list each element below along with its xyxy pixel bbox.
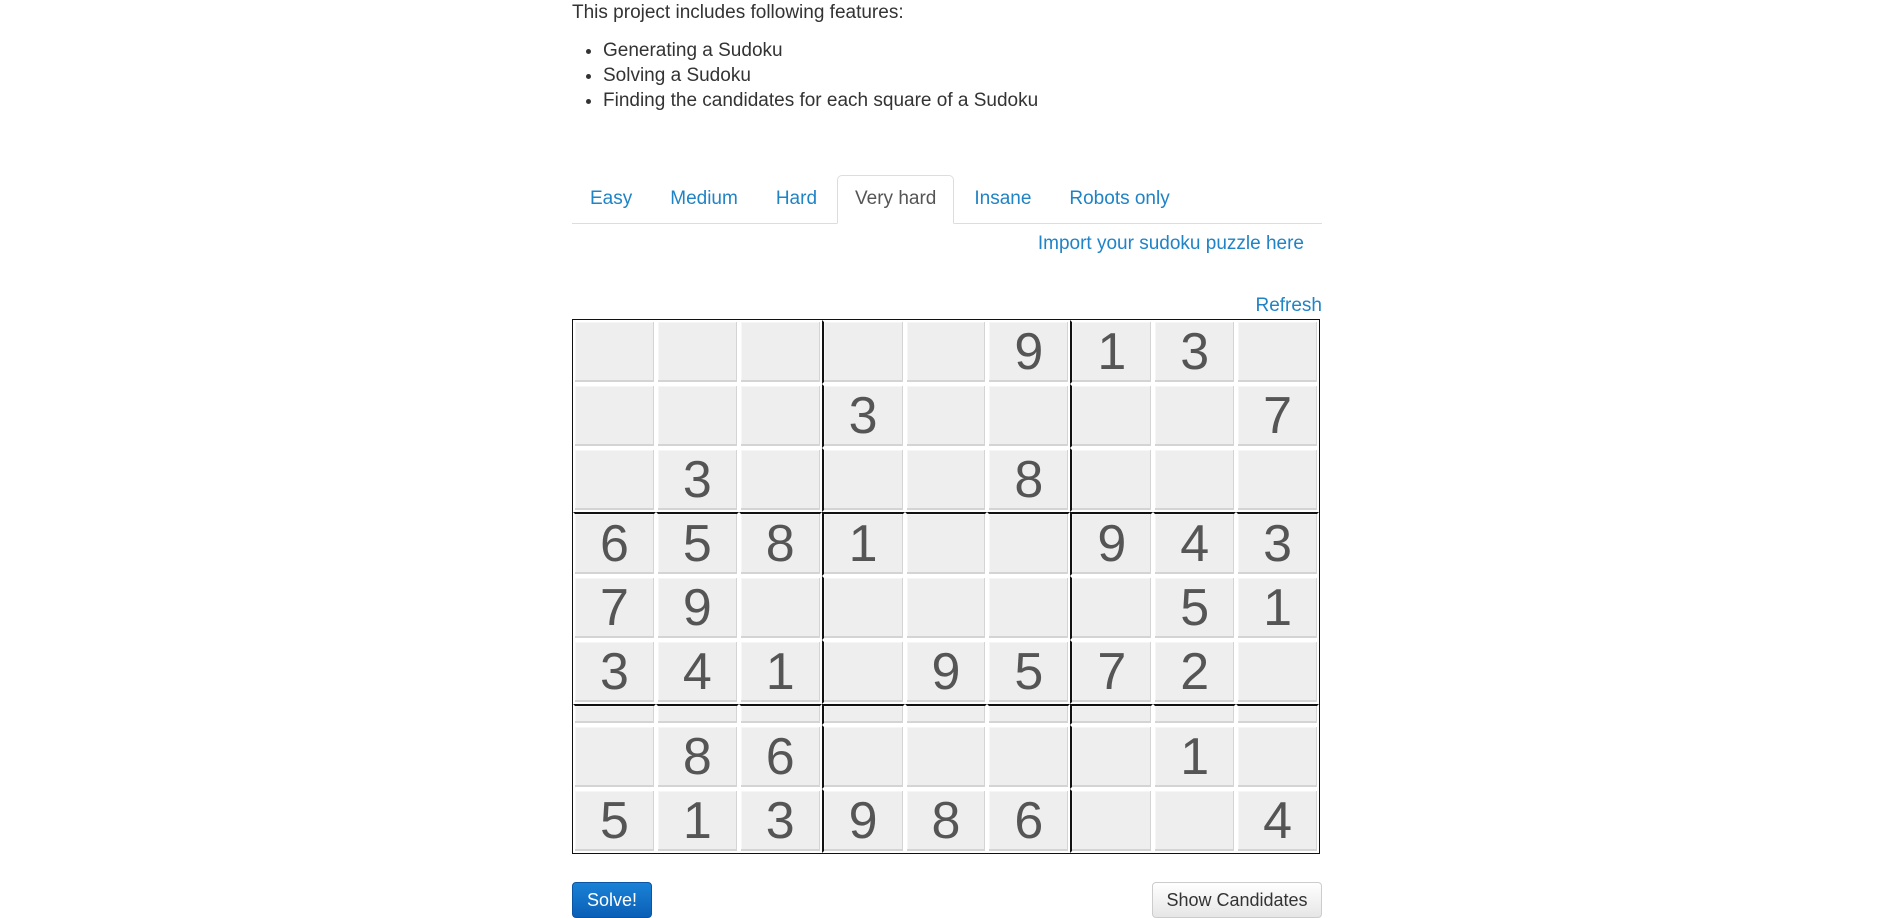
sudoku-cell[interactable] xyxy=(573,448,656,512)
sudoku-cell[interactable] xyxy=(904,576,988,640)
tab-hard[interactable]: Hard xyxy=(758,175,835,223)
sudoku-cell[interactable] xyxy=(1070,704,1154,725)
sudoku-cell[interactable] xyxy=(904,320,988,384)
sudoku-cell[interactable]: 7 xyxy=(1236,384,1319,448)
sudoku-cell[interactable]: 8 xyxy=(738,512,822,576)
sudoku-cell[interactable] xyxy=(1236,320,1319,384)
sudoku-cell[interactable] xyxy=(1153,448,1237,512)
tab-insane[interactable]: Insane xyxy=(956,175,1049,223)
sudoku-cell[interactable] xyxy=(987,704,1071,725)
sudoku-cell[interactable] xyxy=(1153,384,1237,448)
sudoku-cell[interactable] xyxy=(573,384,656,448)
sudoku-cell[interactable] xyxy=(738,448,822,512)
sudoku-cell[interactable]: 6 xyxy=(573,512,656,576)
sudoku-cell[interactable] xyxy=(904,384,988,448)
sudoku-cell[interactable]: 9 xyxy=(821,789,905,853)
sudoku-cell[interactable]: 9 xyxy=(1070,512,1154,576)
sudoku-cell[interactable] xyxy=(821,320,905,384)
sudoku-cell[interactable] xyxy=(987,512,1071,576)
sudoku-cell[interactable] xyxy=(738,320,822,384)
sudoku-cell[interactable]: 3 xyxy=(573,640,656,704)
sudoku-cell[interactable] xyxy=(821,704,905,725)
sudoku-cell[interactable]: 7 xyxy=(573,576,656,640)
sudoku-cell[interactable] xyxy=(904,725,988,789)
sudoku-cell[interactable]: 4 xyxy=(1236,789,1319,853)
tab-robots-only[interactable]: Robots only xyxy=(1051,175,1187,223)
sudoku-cell[interactable] xyxy=(1070,384,1154,448)
sudoku-cell[interactable]: 6 xyxy=(738,725,822,789)
sudoku-cell[interactable] xyxy=(821,448,905,512)
sudoku-cell[interactable]: 1 xyxy=(1070,320,1154,384)
refresh-link[interactable]: Refresh xyxy=(1255,295,1322,317)
sudoku-cell[interactable]: 3 xyxy=(738,789,822,853)
sudoku-cell[interactable] xyxy=(987,384,1071,448)
sudoku-cell[interactable] xyxy=(573,704,656,725)
sudoku-cell[interactable]: 1 xyxy=(655,789,739,853)
sudoku-cell[interactable] xyxy=(738,704,822,725)
sudoku-cell[interactable] xyxy=(1236,448,1319,512)
sudoku-cell[interactable]: 3 xyxy=(1153,320,1237,384)
sudoku-cell[interactable] xyxy=(573,725,656,789)
sudoku-cell[interactable] xyxy=(904,704,988,725)
sudoku-cell[interactable] xyxy=(1153,704,1237,725)
difficulty-tabs: Easy Medium Hard Very hard Insane Robots… xyxy=(572,175,1322,224)
sudoku-cell[interactable] xyxy=(655,704,739,725)
tab-very-hard[interactable]: Very hard xyxy=(837,175,955,224)
sudoku-cell[interactable]: 8 xyxy=(904,789,988,853)
sudoku-cell[interactable] xyxy=(821,640,905,704)
sudoku-cell[interactable]: 9 xyxy=(904,640,988,704)
sudoku-cell[interactable] xyxy=(573,320,656,384)
feature-list: Generating a Sudoku Solving a Sudoku Fin… xyxy=(572,38,1322,113)
sudoku-cell[interactable] xyxy=(1236,640,1319,704)
tab-easy[interactable]: Easy xyxy=(572,175,650,223)
sudoku-cell[interactable]: 8 xyxy=(987,448,1071,512)
sudoku-cell[interactable]: 4 xyxy=(1153,512,1237,576)
sudoku-cell[interactable] xyxy=(1236,725,1319,789)
sudoku-cell[interactable]: 5 xyxy=(987,640,1071,704)
show-candidates-button[interactable]: Show Candidates xyxy=(1152,882,1322,918)
feature-item: Finding the candidates for each square o… xyxy=(603,88,1322,113)
intro-text: This project includes following features… xyxy=(572,2,904,23)
sudoku-cell[interactable]: 3 xyxy=(655,448,739,512)
main-container: This project includes following features… xyxy=(572,0,1322,918)
sudoku-cell[interactable] xyxy=(655,384,739,448)
sudoku-cell[interactable]: 5 xyxy=(655,512,739,576)
sudoku-cell[interactable] xyxy=(738,384,822,448)
sudoku-cell[interactable] xyxy=(1070,448,1154,512)
sudoku-cell[interactable]: 5 xyxy=(1153,576,1237,640)
sudoku-cell[interactable]: 9 xyxy=(655,576,739,640)
sudoku-cell[interactable] xyxy=(1070,576,1154,640)
feature-item: Solving a Sudoku xyxy=(603,63,1322,88)
sudoku-cell[interactable]: 1 xyxy=(821,512,905,576)
sudoku-cell[interactable] xyxy=(987,576,1071,640)
sudoku-cell[interactable]: 2 xyxy=(1153,640,1237,704)
sudoku-cell[interactable] xyxy=(904,448,988,512)
sudoku-cell[interactable] xyxy=(738,576,822,640)
sudoku-cell[interactable] xyxy=(987,725,1071,789)
sudoku-cell[interactable]: 9 xyxy=(987,320,1071,384)
sudoku-cell[interactable] xyxy=(1153,789,1237,853)
sudoku-cell[interactable]: 4 xyxy=(655,640,739,704)
sudoku-cell[interactable]: 5 xyxy=(573,789,656,853)
sudoku-cell[interactable]: 1 xyxy=(1153,725,1237,789)
sudoku-cell[interactable]: 8 xyxy=(655,725,739,789)
sudoku-cell[interactable] xyxy=(821,576,905,640)
solve-button[interactable]: Solve! xyxy=(572,882,652,918)
sudoku-cell[interactable]: 1 xyxy=(738,640,822,704)
sudoku-cell[interactable] xyxy=(655,320,739,384)
feature-item: Generating a Sudoku xyxy=(603,38,1322,63)
sudoku-cell[interactable]: 3 xyxy=(821,384,905,448)
sudoku-cell[interactable]: 1 xyxy=(1236,576,1319,640)
sudoku-cell[interactable] xyxy=(821,725,905,789)
sudoku-board: 91337386581943795134195728615139864 xyxy=(572,319,1320,854)
sudoku-cell[interactable] xyxy=(904,512,988,576)
sudoku-cell[interactable]: 7 xyxy=(1070,640,1154,704)
tab-medium[interactable]: Medium xyxy=(652,175,756,223)
sudoku-cell[interactable] xyxy=(1070,789,1154,853)
sudoku-cell[interactable] xyxy=(1236,704,1319,725)
sudoku-cell[interactable]: 3 xyxy=(1236,512,1319,576)
sudoku-cell[interactable]: 6 xyxy=(987,789,1071,853)
sudoku-cell[interactable] xyxy=(1070,725,1154,789)
import-puzzle-link[interactable]: Import your sudoku puzzle here xyxy=(1038,233,1304,255)
